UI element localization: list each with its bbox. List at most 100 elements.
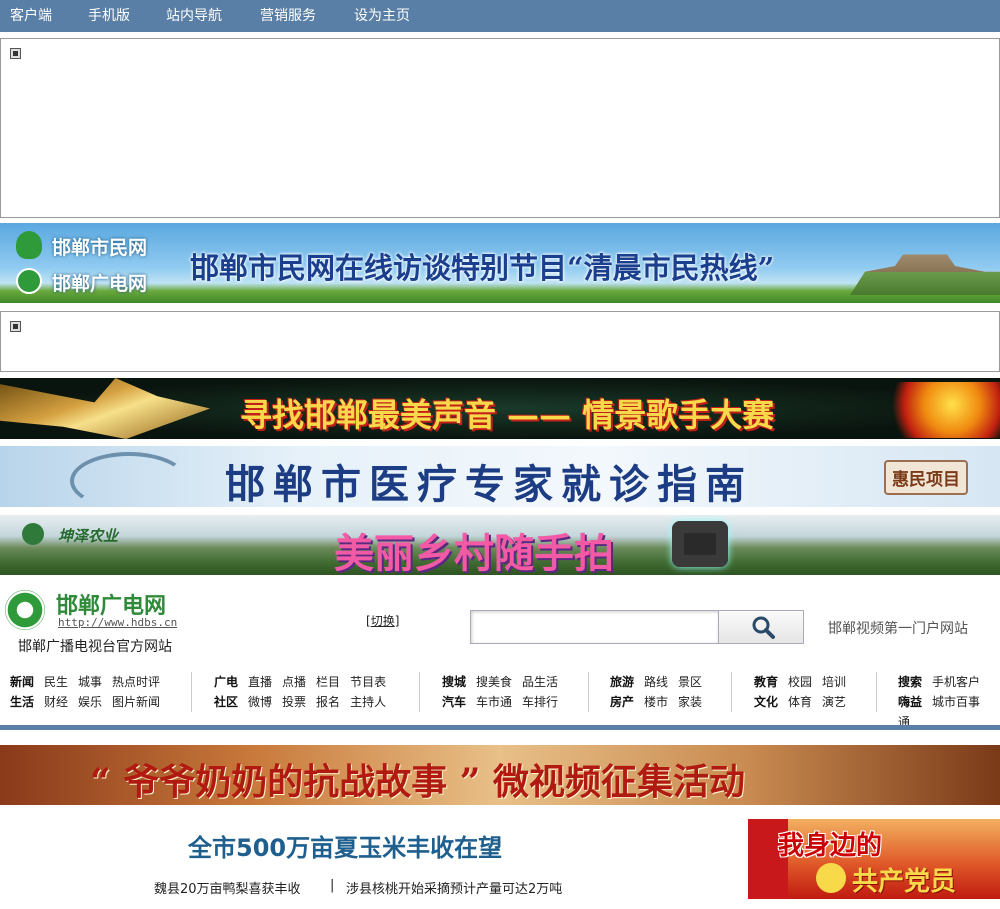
nav-schedule[interactable]: 节目表 xyxy=(350,675,386,689)
microphone-icon xyxy=(880,382,1000,438)
nav-realestate[interactable]: 房产 xyxy=(610,695,634,709)
nav-group-broadcast-r1: 广电 直播 点播 栏目 节目表 xyxy=(214,673,396,690)
nav-divider xyxy=(876,672,877,712)
nav-education[interactable]: 教育 xyxy=(754,675,778,689)
wings-decoration-icon xyxy=(0,378,210,439)
nav-search[interactable]: 搜索 xyxy=(898,675,922,689)
nav-group-travel-r2: 房产 楼市 家装 xyxy=(610,693,712,710)
search-input[interactable] xyxy=(470,610,718,644)
nav-programs[interactable]: 栏目 xyxy=(316,675,340,689)
banner-logo-1: 邯郸市民网 xyxy=(52,237,148,259)
nav-performance[interactable]: 演艺 xyxy=(822,695,846,709)
sub-news-1[interactable]: 魏县20万亩鸭梨喜获丰收 xyxy=(154,878,301,897)
nav-lifestyle[interactable]: 品生活 xyxy=(522,675,558,689)
topnav-marketing[interactable]: 营销服务 xyxy=(260,0,316,32)
banner-village-photo[interactable]: 坤泽农业 美丽乡村随手拍 xyxy=(0,515,1000,575)
banner-interview-title: 邯郸市民网在线访谈特别节目“清晨市民热线” xyxy=(190,251,775,285)
nav-scenic[interactable]: 景区 xyxy=(678,675,702,689)
nav-haiyi[interactable]: 嗨益 xyxy=(898,695,922,709)
citizen-net-icon xyxy=(16,231,42,259)
topnav-set-homepage[interactable]: 设为主页 xyxy=(354,0,410,32)
nav-divider xyxy=(588,672,589,712)
banner-singer-title: 寻找邯郸最美声音 —— 情景歌手大赛 xyxy=(240,396,775,434)
nav-group-broadcast-r2: 社区 微博 投票 报名 主持人 xyxy=(214,693,396,710)
nav-hot-commentary[interactable]: 热点时评 xyxy=(112,675,160,689)
nav-auto[interactable]: 汽车 xyxy=(442,695,466,709)
nav-divider xyxy=(419,672,420,712)
nav-life[interactable]: 生活 xyxy=(10,695,34,709)
nav-sports[interactable]: 体育 xyxy=(788,695,812,709)
nav-routes[interactable]: 路线 xyxy=(644,675,668,689)
nav-entertainment[interactable]: 娱乐 xyxy=(78,695,102,709)
banner-village-brand: 坤泽农业 xyxy=(58,527,119,545)
nav-mobile-client[interactable]: 手机客户 xyxy=(932,675,980,689)
stethoscope-icon xyxy=(70,452,188,507)
topnav-mobile[interactable]: 手机版 xyxy=(88,0,130,32)
nav-home-decor[interactable]: 家装 xyxy=(678,695,702,709)
nav-car-ranking[interactable]: 车排行 xyxy=(522,695,558,709)
banner-logo-2: 邯郸广电网 xyxy=(52,273,148,295)
banner-war-stories[interactable]: “ 爷爷奶奶的抗战故事 ” 微视频征集活动 xyxy=(0,745,1000,805)
nav-on-demand[interactable]: 点播 xyxy=(282,675,306,689)
site-tagline: 邯郸视频第一门户网站 xyxy=(828,621,968,637)
search-icon xyxy=(752,616,775,639)
nav-group-city-r2: 汽车 车市通 车排行 xyxy=(442,693,568,710)
nav-divider xyxy=(191,672,192,712)
banner-party-member[interactable]: 我身边的 共产党员 xyxy=(748,819,1000,899)
ad-placeholder-1 xyxy=(0,38,1000,218)
nav-car-market[interactable]: 车市通 xyxy=(476,695,512,709)
logo-url: http://www.hdbs.cn xyxy=(58,616,178,629)
nav-news[interactable]: 新闻 xyxy=(10,675,34,689)
nav-bottom-rule xyxy=(0,725,1000,730)
sub-news-2[interactable]: 涉县核桃开始采摘预计产量可达2万吨 xyxy=(346,878,562,897)
nav-food[interactable]: 搜美食 xyxy=(476,675,512,689)
nav-soucheng[interactable]: 搜城 xyxy=(442,675,466,689)
banner-medical-badge: 惠民项目 xyxy=(884,460,968,495)
search-button[interactable] xyxy=(718,610,804,644)
sub-news-divider: | xyxy=(330,878,335,893)
party-member-line2: 共产党员 xyxy=(852,867,957,897)
switch-label[interactable]: 切换 xyxy=(371,614,395,628)
nav-photo-news[interactable]: 图片新闻 xyxy=(112,695,160,709)
nav-training[interactable]: 培训 xyxy=(822,675,846,689)
nav-group-search-r1: 搜索 手机客户 xyxy=(898,673,980,690)
nav-community[interactable]: 社区 xyxy=(214,695,238,709)
logo-subtitle: 邯郸广播电视台官方网站 xyxy=(18,639,172,655)
nav-chengshi[interactable]: 城事 xyxy=(78,675,102,689)
banner-medical-title: 邯郸市医疗专家就诊指南 xyxy=(225,461,753,507)
hdbs-icon xyxy=(16,268,42,294)
camera-icon xyxy=(672,521,728,567)
nav-group-news-r1: 新闻 民生 城事 热点时评 xyxy=(10,673,170,690)
banner-singer-contest[interactable]: 寻找邯郸最美声音 —— 情景歌手大赛 xyxy=(0,378,1000,439)
nav-culture[interactable]: 文化 xyxy=(754,695,778,709)
nav-live[interactable]: 直播 xyxy=(248,675,272,689)
nav-signup[interactable]: 报名 xyxy=(316,695,340,709)
hammer-sickle-icon xyxy=(816,863,846,893)
banner-medical-guide[interactable]: 邯郸市医疗专家就诊指南 惠民项目 xyxy=(0,446,1000,507)
nav-property-market[interactable]: 楼市 xyxy=(644,695,668,709)
headline-news[interactable]: 全市500万亩夏玉米丰收在望 xyxy=(188,828,502,863)
switch-link[interactable]: [切换] xyxy=(366,612,399,629)
nav-minsheng[interactable]: 民生 xyxy=(44,675,68,689)
banner-interview[interactable]: 邯郸市民网 邯郸广电网 邯郸市民网在线访谈特别节目“清晨市民热线” xyxy=(0,223,1000,303)
nav-vote[interactable]: 投票 xyxy=(282,695,306,709)
nav-hosts[interactable]: 主持人 xyxy=(350,695,386,709)
banner-village-title: 美丽乡村随手拍 xyxy=(334,530,614,575)
topnav-client[interactable]: 客户端 xyxy=(10,0,52,32)
nav-group-city-r1: 搜城 搜美食 品生活 xyxy=(442,673,568,690)
nav-broadcast[interactable]: 广电 xyxy=(214,675,238,689)
party-member-line1: 我身边的 xyxy=(778,831,883,861)
nav-group-news-r2: 生活 财经 娱乐 图片新闻 xyxy=(10,693,170,710)
nav-weibo[interactable]: 微博 xyxy=(248,695,272,709)
kunze-logo-icon xyxy=(22,523,44,545)
site-logo[interactable]: 邯郸广电网 http://www.hdbs.cn 邯郸广播电视台官方网站 xyxy=(0,582,200,662)
nav-group-travel-r1: 旅游 路线 景区 xyxy=(610,673,712,690)
nav-finance[interactable]: 财经 xyxy=(44,695,68,709)
topnav-sitemap[interactable]: 站内导航 xyxy=(166,0,222,32)
nav-group-search-r2: 嗨益 城市百事 xyxy=(898,693,980,710)
nav-campus[interactable]: 校园 xyxy=(788,675,812,689)
nav-travel[interactable]: 旅游 xyxy=(610,675,634,689)
nav-city-affairs[interactable]: 城市百事 xyxy=(932,695,980,709)
top-nav-bar: 客户端 手机版 站内导航 营销服务 设为主页 xyxy=(0,0,1000,32)
nav-divider xyxy=(731,672,732,712)
